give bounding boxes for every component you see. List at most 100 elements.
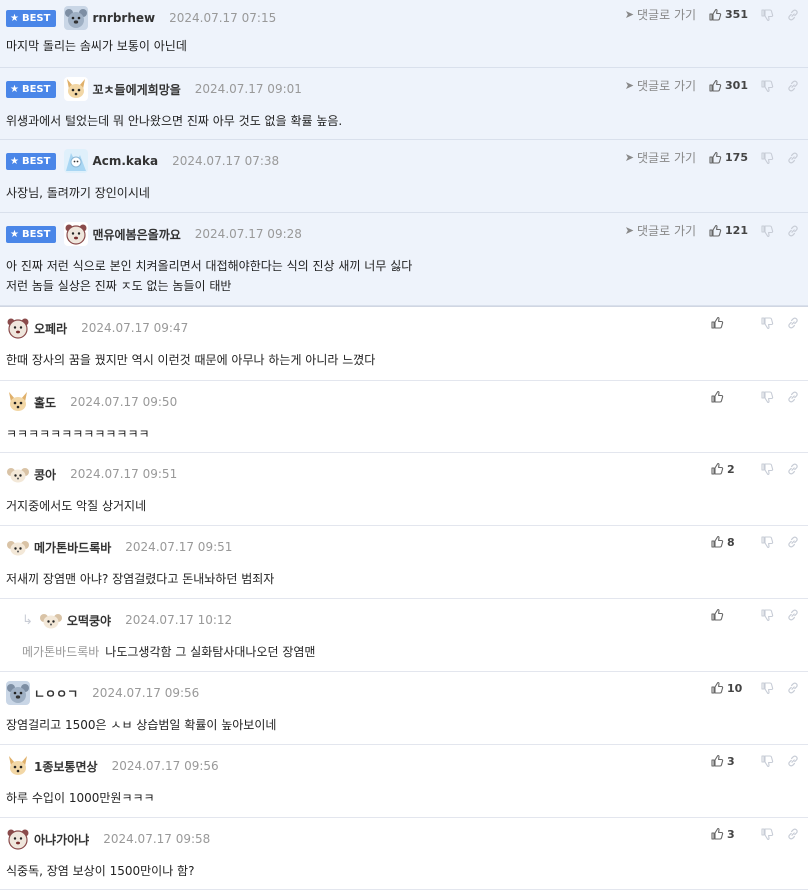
nickname[interactable]: 맨유에봄은올까요 <box>92 226 180 243</box>
like-button[interactable]: 175 <box>708 151 748 165</box>
thumbs-down-icon[interactable] <box>760 608 774 622</box>
nickname[interactable]: 꼬ㅊ들에게희망을 <box>92 81 180 98</box>
like-button[interactable] <box>710 390 748 404</box>
avatar-koala-icon[interactable] <box>6 681 30 705</box>
avatar-bear-icon[interactable] <box>6 316 30 340</box>
link-icon[interactable] <box>786 462 800 476</box>
thumbs-down-icon[interactable] <box>760 390 774 404</box>
go-to-comment-link[interactable]: ➤ 댓글로 가기 <box>625 6 696 23</box>
comment-date: 2024.07.17 09:47 <box>81 321 189 335</box>
link-icon[interactable] <box>786 316 800 330</box>
nickname[interactable]: 메가톤바드록바 <box>34 539 111 556</box>
comment-header: ↳ 오떡쿵야 2024.07.17 10:12 <box>22 608 808 632</box>
comment-text-line: 저새끼 장염맨 아냐? 장염걸렸다고 돈내놔하던 범죄자 <box>6 572 275 586</box>
link-icon[interactable] <box>786 608 800 622</box>
nickname[interactable]: ㄴㅇㅇㄱ <box>34 685 78 702</box>
nickname[interactable]: 1종보통면상 <box>34 758 98 775</box>
thumbs-down-icon[interactable] <box>760 462 774 476</box>
reply-arrow-icon: ↳ <box>22 612 33 628</box>
nickname[interactable]: 오페라 <box>34 320 67 337</box>
link-icon[interactable] <box>786 535 800 549</box>
comment-body: ㅋㅋㅋㅋㅋㅋㅋㅋㅋㅋㅋㅋㅋ <box>6 424 808 444</box>
link-icon[interactable] <box>786 151 800 165</box>
best-comment: ★ BEST 맨유에봄은올까요 2024.07.17 09:28 ➤ 댓글로 가기 121 아… <box>0 213 808 306</box>
nickname[interactable]: 홀도 <box>34 394 56 411</box>
avatar-bear-icon[interactable] <box>6 827 30 851</box>
like-button[interactable]: 351 <box>708 8 748 22</box>
nickname[interactable]: 콩아 <box>34 466 56 483</box>
comment-date: 2024.07.17 07:15 <box>169 11 277 25</box>
link-icon[interactable] <box>786 827 800 841</box>
avatar-fox-icon[interactable] <box>6 754 30 778</box>
comment-header: 오페라 2024.07.17 09:47 <box>6 316 808 340</box>
comment-body: 저새끼 장염맨 아냐? 장염걸렸다고 돈내놔하던 범죄자 <box>6 569 808 589</box>
like-count: 10 <box>727 681 743 695</box>
thumbs-down-icon[interactable] <box>760 151 774 165</box>
link-icon[interactable] <box>786 681 800 695</box>
like-button[interactable]: 121 <box>708 224 748 238</box>
thumbs-down-icon[interactable] <box>760 8 774 22</box>
send-arrow-icon: ➤ <box>624 79 635 92</box>
thumbs-down-icon[interactable] <box>760 535 774 549</box>
comment-text-line: 위생과에서 털었는데 뭐 안나왔으면 진짜 아무 것도 없을 확률 높음. <box>6 114 343 128</box>
nickname[interactable]: 오떡쿵야 <box>67 612 111 629</box>
thumbs-down-icon[interactable] <box>760 681 774 695</box>
thumbs-up-icon <box>710 462 724 476</box>
nickname[interactable]: rnrbrhew <box>92 11 155 25</box>
thumbs-down-icon[interactable] <box>760 316 774 330</box>
like-button[interactable]: 8 <box>710 535 748 549</box>
like-button[interactable] <box>710 316 748 330</box>
go-to-comment-link[interactable]: ➤ 댓글로 가기 <box>625 149 696 166</box>
link-icon[interactable] <box>786 224 800 238</box>
thumbs-down-icon[interactable] <box>760 754 774 768</box>
avatar-fox-icon[interactable] <box>64 77 89 101</box>
comment-actions: ➤ 댓글로 가기 175 <box>625 149 800 166</box>
avatar-ice-icon[interactable] <box>64 149 89 173</box>
go-to-comment-label: 댓글로 가기 <box>637 79 697 93</box>
mention-nickname[interactable]: 메가톤바드록바 <box>22 645 99 659</box>
comment-header: 1종보통면상 2024.07.17 09:56 <box>6 754 808 778</box>
star-icon: ★ <box>10 228 19 240</box>
thumbs-down-icon[interactable] <box>760 224 774 238</box>
thumbs-down-icon[interactable] <box>760 79 774 93</box>
thumbs-up-icon <box>710 316 724 330</box>
like-button[interactable]: 301 <box>708 79 748 93</box>
avatar-koala-icon[interactable] <box>64 6 89 30</box>
avatar-fox-icon[interactable] <box>6 390 30 414</box>
comment-text-line: 한때 장사의 꿈을 꿨지만 역시 이런것 때문에 아무나 하는게 아니라 느꼈다 <box>6 353 376 367</box>
comment-date: 2024.07.17 07:38 <box>172 154 280 168</box>
comment-header: 메가톤바드록바 2024.07.17 09:51 <box>6 535 808 559</box>
comment-actions: ➤ 댓글로 가기 351 <box>625 6 800 23</box>
comment-date: 2024.07.17 09:01 <box>194 82 302 96</box>
go-to-comment-link[interactable]: ➤ 댓글로 가기 <box>625 77 696 94</box>
comment-actions: ➤ 댓글로 가기 301 <box>625 77 800 94</box>
best-label: BEST <box>21 83 51 95</box>
reply-comment: ↳ 오떡쿵야 2024.07.17 10:12 메가톤바드록바 나도그생각함 그 실화탐… <box>0 599 808 672</box>
best-badge: ★ BEST <box>6 80 57 98</box>
nickname[interactable]: Acm.kaka <box>92 154 158 168</box>
link-icon[interactable] <box>786 8 800 22</box>
link-icon[interactable] <box>786 79 800 93</box>
go-to-comment-label: 댓글로 가기 <box>637 151 697 165</box>
link-icon[interactable] <box>786 390 800 404</box>
avatar-mouse-icon[interactable] <box>6 462 30 486</box>
comment-actions: 3 <box>710 827 800 841</box>
comment-actions: ➤ 댓글로 가기 121 <box>625 222 800 239</box>
like-button[interactable]: 2 <box>710 462 748 476</box>
nickname[interactable]: 아냐가아냐 <box>34 831 89 848</box>
like-button[interactable]: 10 <box>710 681 748 695</box>
thumbs-down-icon[interactable] <box>760 827 774 841</box>
avatar-bear-icon[interactable] <box>64 222 89 246</box>
link-icon[interactable] <box>786 754 800 768</box>
like-button[interactable] <box>710 608 748 622</box>
comment-date: 2024.07.17 09:51 <box>125 540 233 554</box>
avatar-mouse-icon[interactable] <box>38 608 63 632</box>
go-to-comment-link[interactable]: ➤ 댓글로 가기 <box>625 222 696 239</box>
comment: 오페라 2024.07.17 09:47 한때 장사의 꿈을 꿨지만 역시 이런것 … <box>0 307 808 381</box>
avatar-mouse-icon[interactable] <box>6 535 30 559</box>
like-count: 351 <box>725 8 748 21</box>
like-count: 175 <box>725 151 748 164</box>
like-button[interactable]: 3 <box>710 754 748 768</box>
like-button[interactable]: 3 <box>710 827 748 841</box>
like-count: 121 <box>725 224 748 237</box>
